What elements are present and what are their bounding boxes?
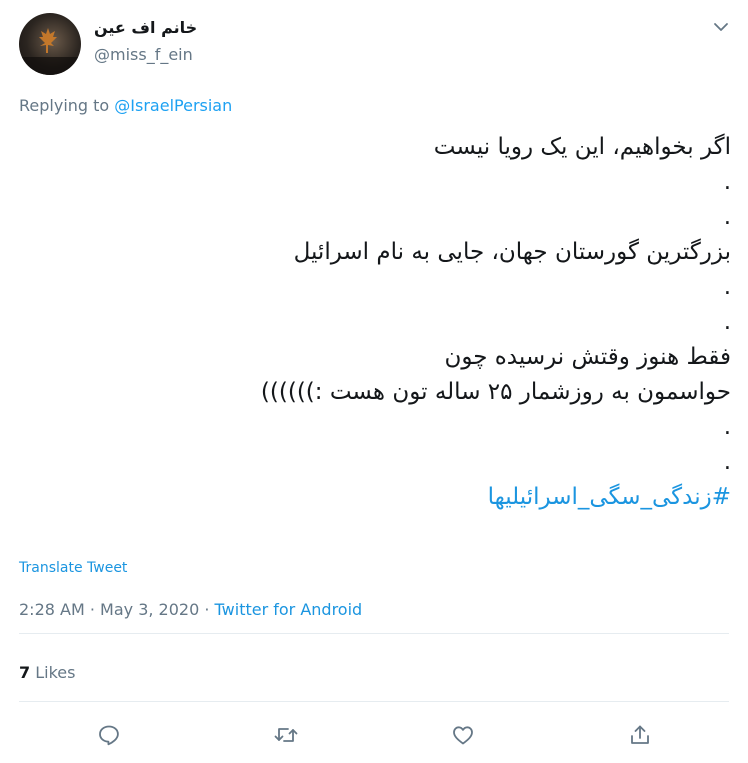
retweet-icon[interactable] bbox=[271, 720, 301, 750]
tweet-line: فقط هنوز وقتش نرسیده چون bbox=[444, 344, 731, 370]
tweet-text: اگر بخواهیم، این یک رویا نیست . . بزرگتر… bbox=[31, 130, 731, 515]
replying-prefix: Replying to bbox=[19, 96, 115, 115]
tweet-line: . bbox=[723, 169, 731, 195]
chevron-down-icon[interactable] bbox=[711, 17, 731, 37]
avatar[interactable] bbox=[19, 13, 81, 75]
display-name[interactable]: خانم اف عین bbox=[94, 18, 197, 37]
replying-to: Replying to @IsraelPersian bbox=[19, 96, 232, 115]
translate-tweet-link[interactable]: Translate Tweet bbox=[19, 560, 127, 576]
likes-count: 7 bbox=[19, 663, 31, 682]
divider bbox=[19, 633, 729, 634]
tweet-line: . bbox=[723, 449, 731, 475]
likes-stat[interactable]: 7 Likes bbox=[19, 663, 75, 682]
user-handle[interactable]: @miss_f_ein bbox=[94, 45, 193, 64]
tweet-line: بزرگترین گورستان جهان، جایی به نام اسرائ… bbox=[293, 239, 731, 265]
hashtag-link[interactable]: #زندگی_سگی_اسرائیلیها bbox=[31, 480, 731, 515]
tweet-line: حواسمون به روزشمار ۲۵ ساله تون هست :))))… bbox=[260, 379, 731, 405]
tweet-source-link[interactable]: Twitter for Android bbox=[215, 600, 363, 619]
tweet-line: . bbox=[723, 309, 731, 335]
tweet-date[interactable]: May 3, 2020 bbox=[100, 600, 199, 619]
reply-icon[interactable] bbox=[94, 720, 124, 750]
tweet-line: . bbox=[723, 414, 731, 440]
maple-leaf-icon bbox=[19, 28, 81, 75]
tweet-line: اگر بخواهیم، این یک رویا نیست bbox=[433, 134, 731, 160]
reply-mention-link[interactable]: @IsraelPersian bbox=[114, 96, 232, 115]
meta-separator: · bbox=[84, 600, 101, 619]
meta-separator: · bbox=[199, 600, 215, 619]
tweet-line: . bbox=[723, 274, 731, 300]
divider bbox=[19, 701, 729, 702]
likes-label: Likes bbox=[30, 663, 76, 682]
tweet-line: . bbox=[723, 204, 731, 230]
share-icon[interactable] bbox=[625, 720, 655, 750]
tweet-meta: 2:28 AM · May 3, 2020 · Twitter for Andr… bbox=[19, 600, 362, 619]
like-icon[interactable] bbox=[448, 720, 478, 750]
tweet-time[interactable]: 2:28 AM bbox=[19, 600, 85, 619]
